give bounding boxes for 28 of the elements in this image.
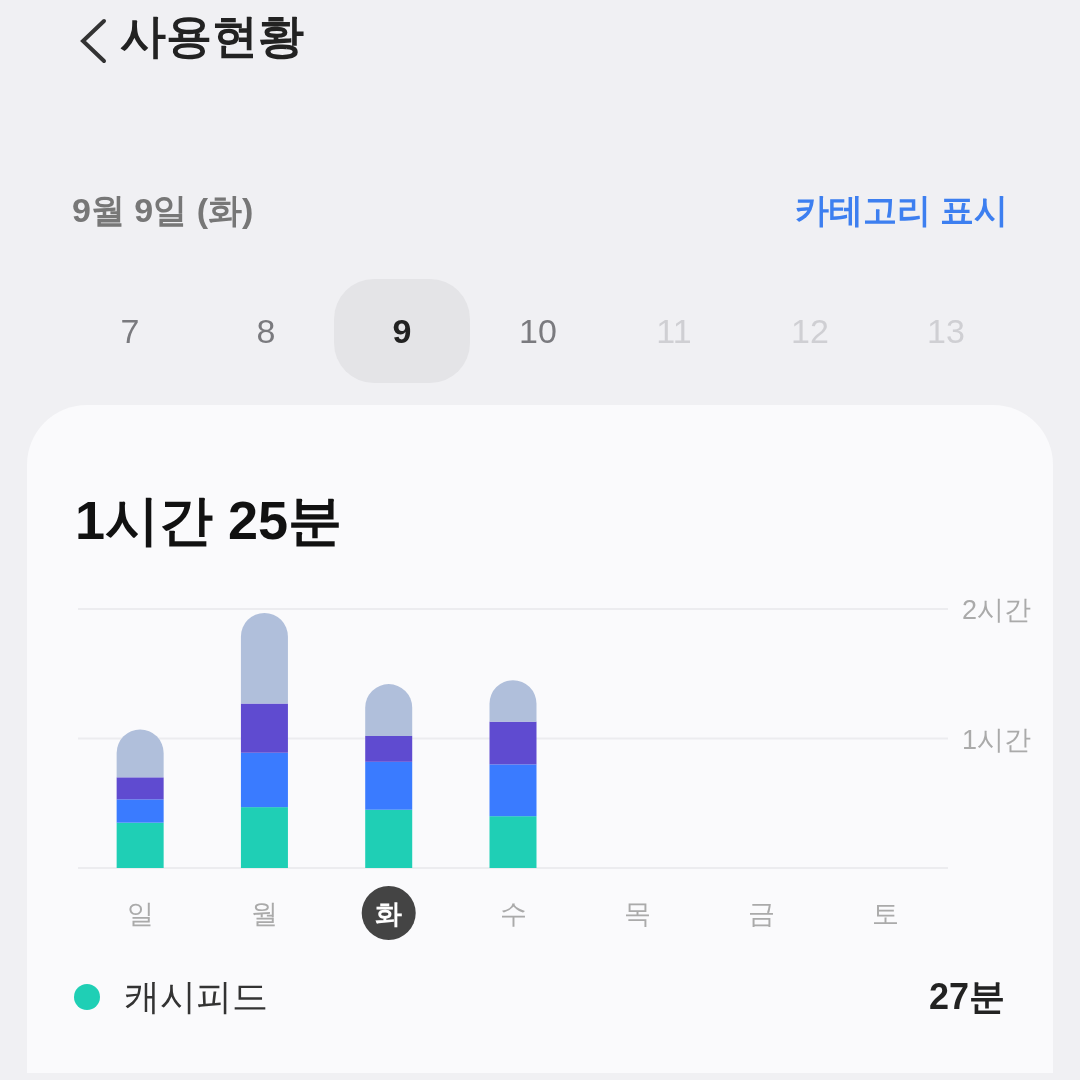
- bar-segment: [240, 752, 288, 808]
- x-tick-label: 화: [375, 899, 403, 929]
- back-icon[interactable]: [78, 18, 108, 64]
- date-label: 9월 9일 (화): [72, 189, 254, 231]
- axis-label: 1시간: [962, 724, 1032, 755]
- bar-segment: [489, 721, 537, 765]
- bar-segment: [365, 809, 413, 868]
- axis-label: 2시간: [962, 595, 1032, 625]
- bar-segment: [240, 807, 288, 868]
- weekday-label[interactable]: 일: [126, 899, 154, 929]
- weekday-label[interactable]: 화: [361, 886, 416, 940]
- total-usage-time: 1시간 25분: [75, 493, 343, 547]
- day-tab[interactable]: 10: [470, 279, 606, 383]
- day-tab[interactable]: 8: [198, 279, 334, 383]
- bar-segment: [489, 764, 537, 817]
- weekday-label[interactable]: 토: [872, 899, 900, 929]
- day-tab[interactable]: 7: [62, 279, 198, 383]
- bar-segment: [489, 816, 537, 868]
- app-name: 캐시피드: [124, 975, 269, 1019]
- day-tab[interactable]: 9: [334, 279, 470, 383]
- app-usage-time: 27분: [928, 975, 1005, 1019]
- weekday-label[interactable]: 월: [250, 899, 278, 929]
- weekday-label[interactable]: 수: [499, 899, 527, 929]
- bar-segment: [489, 680, 537, 722]
- weekday-label[interactable]: 금: [748, 899, 776, 929]
- category-toggle-link[interactable]: 카테고리 표시: [794, 184, 1008, 236]
- page-title: 사용현황: [120, 8, 304, 64]
- weekday-label[interactable]: 목: [623, 899, 651, 929]
